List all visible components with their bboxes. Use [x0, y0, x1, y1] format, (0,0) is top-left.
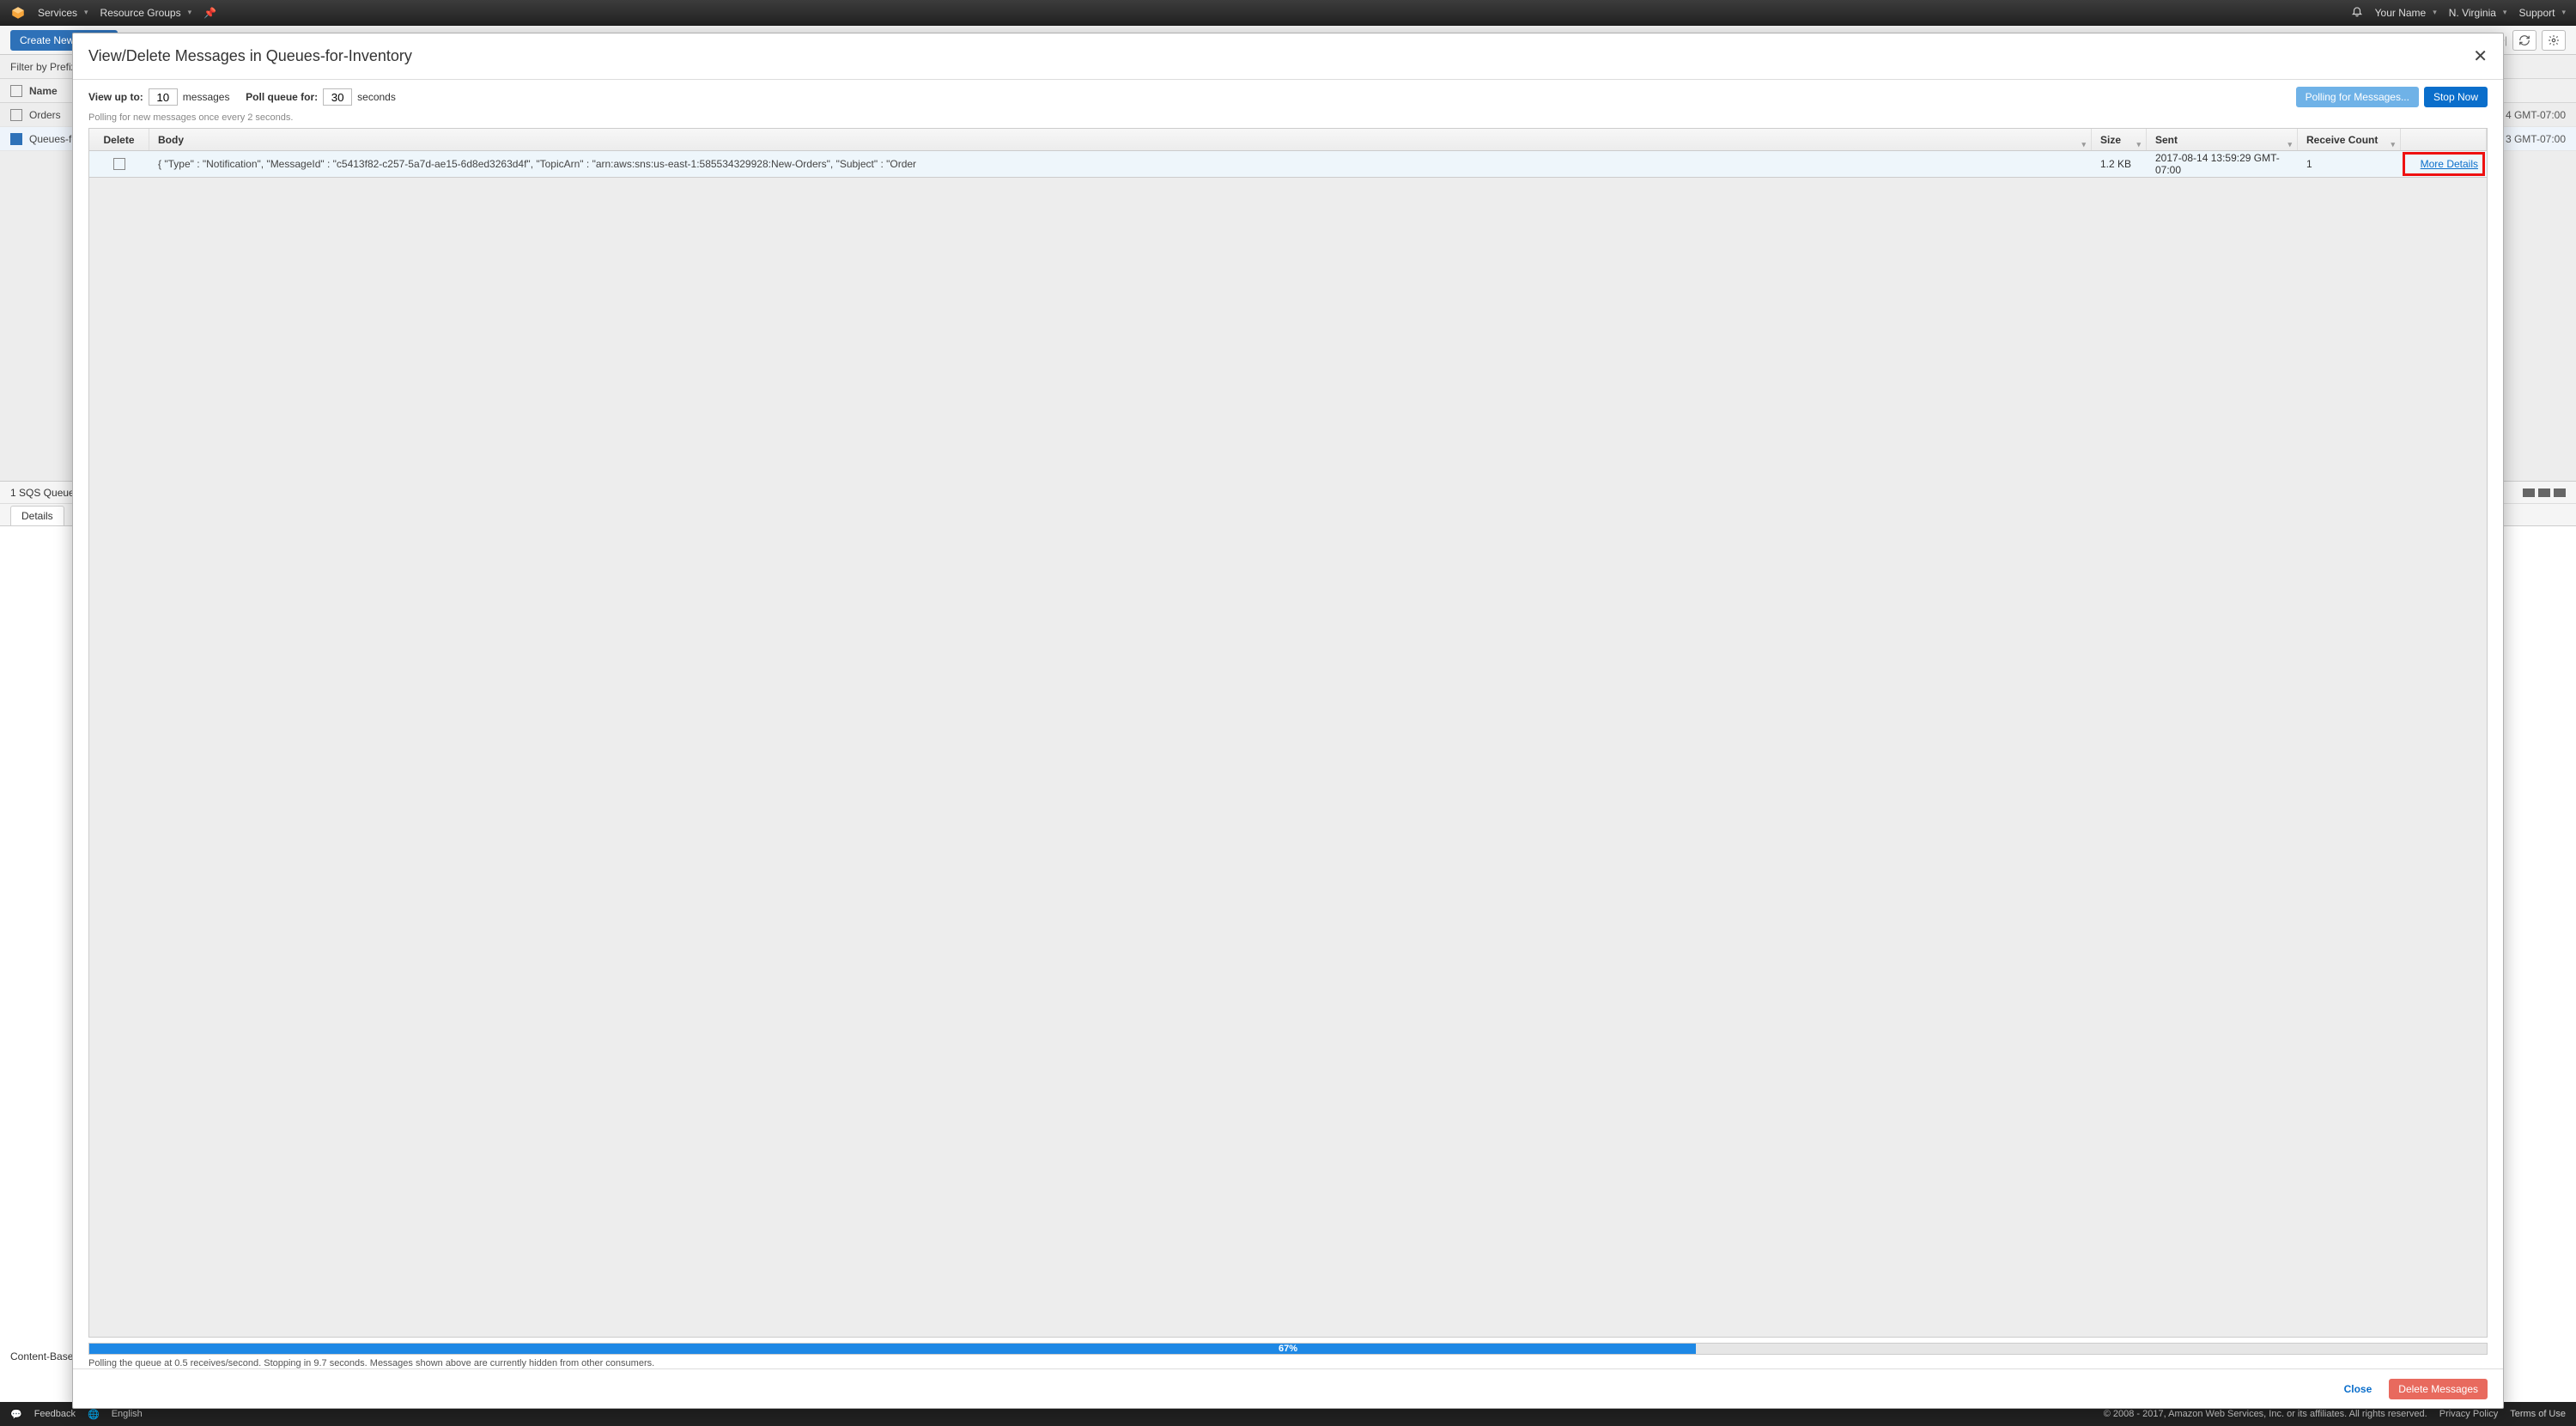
view-up-to-label: View up to: — [88, 91, 143, 103]
more-details-link[interactable]: More Details — [2421, 158, 2478, 170]
col-size-header[interactable]: Size — [2092, 129, 2147, 150]
message-size: 1.2 KB — [2092, 151, 2147, 177]
col-delete-header: Delete — [89, 129, 149, 150]
polling-status-text: Polling the queue at 0.5 receives/second… — [88, 1358, 2488, 1368]
top-nav: Services Resource Groups 📌 Your Name N. … — [0, 0, 2576, 26]
message-row[interactable]: { "Type" : "Notification", "MessageId" :… — [89, 151, 2487, 177]
message-checkbox[interactable] — [113, 158, 125, 170]
polling-interval-text: Polling for new messages once every 2 se… — [73, 112, 2503, 128]
nav-region[interactable]: N. Virginia — [2449, 7, 2507, 19]
view-delete-modal: View/Delete Messages in Queues-for-Inven… — [72, 33, 2504, 1409]
nav-resource-groups[interactable]: Resource Groups — [100, 7, 192, 19]
notifications-icon[interactable] — [2351, 5, 2363, 20]
poll-for-label: Poll queue for: — [246, 91, 318, 103]
modal-title: View/Delete Messages in Queues-for-Inven… — [88, 47, 412, 65]
poll-for-input[interactable] — [323, 88, 352, 106]
view-up-to-suffix: messages — [183, 91, 230, 103]
message-body: { "Type" : "Notification", "MessageId" :… — [149, 151, 2092, 177]
polling-progress: 67% — [88, 1343, 2488, 1355]
messages-table: Delete Body Size Sent Receive Count { "T… — [88, 128, 2488, 178]
stop-now-button[interactable]: Stop Now — [2424, 87, 2488, 107]
poll-for-suffix: seconds — [357, 91, 396, 103]
message-sent: 2017-08-14 13:59:29 GMT-07:00 — [2147, 151, 2298, 177]
view-up-to-input[interactable] — [149, 88, 178, 106]
nav-username[interactable]: Your Name — [2375, 7, 2437, 19]
col-body-header[interactable]: Body — [149, 129, 2092, 150]
col-sent-header[interactable]: Sent — [2147, 129, 2298, 150]
modal-backdrop: View/Delete Messages in Queues-for-Inven… — [0, 26, 2576, 1426]
close-button[interactable]: Close — [2336, 1379, 2381, 1399]
progress-percent: 67% — [89, 1344, 2487, 1354]
col-more-header — [2401, 129, 2487, 150]
close-icon[interactable]: ✕ — [2473, 46, 2488, 67]
nav-services[interactable]: Services — [38, 7, 88, 19]
delete-messages-button[interactable]: Delete Messages — [2389, 1379, 2488, 1399]
messages-empty-area — [88, 178, 2488, 1338]
aws-logo-icon — [10, 5, 26, 21]
pin-icon[interactable]: 📌 — [204, 7, 216, 19]
nav-support[interactable]: Support — [2518, 7, 2566, 19]
message-receive-count: 1 — [2298, 151, 2401, 177]
polling-button[interactable]: Polling for Messages... — [2296, 87, 2419, 107]
col-receive-header[interactable]: Receive Count — [2298, 129, 2401, 150]
